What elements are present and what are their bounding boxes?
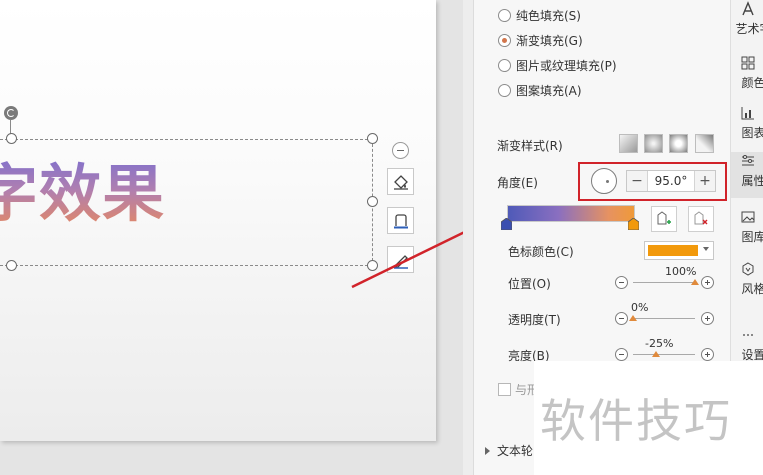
gradient-bar[interactable] [507,205,635,222]
toolbar-label: 图库 [741,230,763,244]
toolbar-label: 属性 [741,174,763,188]
properties-icon [739,152,757,170]
slider-track [633,354,695,355]
shape-outline-button[interactable] [387,207,414,234]
fill-option-solid[interactable]: 纯色填充(S) [498,5,581,25]
transparency-slider-thumb[interactable] [629,315,637,321]
fill-option-pattern[interactable]: 图案填充(A) [498,80,582,100]
rotate-handle-icon[interactable] [4,106,18,120]
resize-handle-top-left[interactable] [6,133,17,144]
add-stop-icon [657,211,671,225]
text-outline-section[interactable]: 文本轮 [485,442,533,459]
fill-option-picture[interactable]: 图片或纹理填充(P) [498,55,617,75]
section-title: 文本轮 [497,444,534,458]
radio-pattern[interactable] [498,83,511,97]
highlight-box [578,162,727,201]
fill-option-gradient[interactable]: 渐变填充(G) [498,30,583,50]
outline-icon [393,213,408,228]
chevron-right-icon [485,446,490,455]
brightness-increase-button[interactable] [701,348,714,361]
brightness-decrease-button[interactable] [615,348,628,361]
color-grid-icon [739,54,757,72]
shape-fill-button[interactable] [387,168,414,195]
collapse-toolbar-button[interactable] [392,142,409,159]
gradient-style-rect[interactable] [669,134,688,153]
style-icon [739,260,757,278]
gallery-icon [739,208,757,226]
rotate-with-shape-checkbox[interactable]: 与形 [498,381,539,398]
delete-stop-icon [694,211,708,225]
watermark-text: 软件技巧 [540,394,732,448]
gradient-stop-right[interactable] [628,218,639,230]
position-label: 位置(O) [508,277,551,291]
brightness-slider-thumb[interactable] [652,351,660,357]
chevron-down-icon [703,247,709,251]
chart-icon [739,104,757,122]
toolbar-label: 颜色 [741,76,763,90]
transparency-decrease-button[interactable] [615,312,628,325]
resize-handle-bottom-right[interactable] [367,260,378,271]
delete-gradient-stop-button[interactable] [688,206,714,232]
position-slider[interactable]: 100% [615,265,715,291]
radio-solid[interactable] [498,8,511,22]
angle-label: 角度(E) [497,176,538,190]
toolbar-color[interactable]: 颜色 [731,54,763,100]
paint-bucket-icon [393,174,408,190]
resize-handle-middle-right[interactable] [367,196,378,207]
toolbar-style[interactable]: 风格 [731,260,763,306]
slide-canvas-area: 字效果 [0,0,463,475]
gradient-style-path[interactable] [695,134,714,153]
toolbar-label: 图表 [741,126,763,140]
slider-track [633,318,695,319]
pen-icon [393,254,408,269]
toolbar-label: 风格 [741,282,763,296]
add-gradient-stop-button[interactable] [651,206,677,232]
slide[interactable]: 字效果 [0,0,436,441]
transparency-value: 0% [631,301,649,314]
transparency-label: 透明度(T) [508,313,561,327]
fill-option-label: 纯色填充(S) [516,8,581,23]
toolbar-chart[interactable]: 图表 [731,104,763,150]
position-increase-button[interactable] [701,276,714,289]
fill-option-label: 图片或纹理填充(P) [516,58,617,73]
stop-color-dropdown[interactable] [644,241,714,260]
checkbox[interactable] [498,383,511,396]
gradient-style-linear[interactable] [619,134,638,153]
art-text-icon [739,0,757,18]
fill-option-label: 图案填充(A) [516,83,582,98]
radio-picture[interactable] [498,58,511,72]
transparency-increase-button[interactable] [701,312,714,325]
position-decrease-button[interactable] [615,276,628,289]
format-painter-button[interactable] [387,246,414,273]
toolbar-art-text[interactable]: 艺术字 [731,0,763,46]
art-text[interactable]: 字效果 [0,153,165,235]
pane-gap [463,0,473,475]
stop-color-swatch [648,245,698,256]
position-value: 100% [665,265,697,278]
stop-color-label: 色标颜色(C) [508,245,574,259]
resize-handle-top-right[interactable] [367,133,378,144]
toolbar-label: 艺术字 [735,22,763,36]
position-slider-thumb[interactable] [691,279,699,285]
radio-gradient[interactable] [498,33,511,47]
gradient-style-label: 渐变样式(R) [497,139,563,153]
toolbar-gallery[interactable]: 图库 [731,208,763,254]
brightness-value: -25% [645,337,674,350]
gradient-stop-left[interactable] [501,218,512,230]
slider-track [633,282,695,283]
more-icon [739,326,757,344]
resize-handle-bottom-left[interactable] [6,260,17,271]
gradient-style-radial[interactable] [644,134,663,153]
fill-option-label: 渐变填充(G) [516,33,583,48]
transparency-slider[interactable]: 0% [615,301,715,327]
toolbar-properties[interactable]: 属性 [731,152,763,198]
